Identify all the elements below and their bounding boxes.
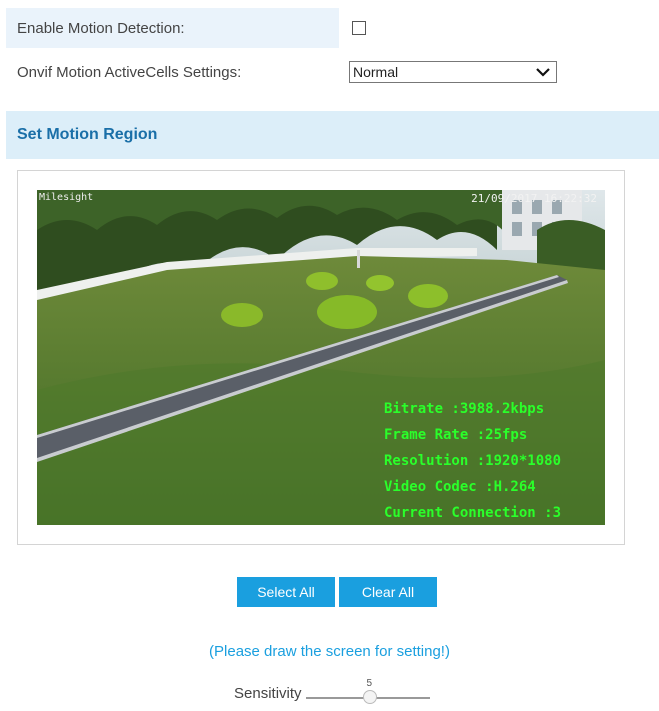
select-all-button[interactable]: Select All bbox=[237, 577, 335, 607]
active-cells-label: Onvif Motion ActiveCells Settings: bbox=[17, 63, 242, 81]
osd-codec: Video Codec :H.264 bbox=[384, 479, 536, 495]
slider-thumb[interactable] bbox=[362, 690, 377, 704]
osd-bitrate: Bitrate :3988.2kbps bbox=[384, 401, 545, 417]
active-cells-row: Onvif Motion ActiveCells Settings: Norma… bbox=[6, 52, 659, 92]
section-title: Set Motion Region bbox=[17, 126, 158, 143]
active-cells-selected-value: Normal bbox=[353, 64, 399, 80]
motion-detection-label: Enable Motion Detection: bbox=[17, 19, 185, 37]
draw-hint: (Please draw the screen for setting!) bbox=[209, 643, 450, 660]
chevron-down-icon bbox=[536, 67, 550, 77]
osd-resolution: Resolution :1920*1080 bbox=[384, 453, 562, 469]
motion-detection-checkbox[interactable] bbox=[352, 21, 366, 35]
camera-name-overlay: Milesight bbox=[39, 192, 94, 203]
osd-frame-rate: Frame Rate :25fps bbox=[384, 427, 528, 443]
active-cells-value-cell: Normal bbox=[339, 52, 659, 92]
motion-detection-value-cell bbox=[339, 8, 659, 48]
motion-detection-row: Enable Motion Detection: bbox=[6, 8, 659, 48]
clear-all-button[interactable]: Clear All bbox=[339, 577, 437, 607]
timestamp-overlay: 21/09/2017 16:22:32 bbox=[471, 192, 597, 205]
osd-connection: Current Connection :3 bbox=[384, 505, 562, 521]
stream-info-overlay: Bitrate :3988.2kbps Frame Rate :25fps Re… bbox=[384, 396, 561, 525]
section-header: Set Motion Region bbox=[6, 111, 659, 159]
sensitivity-label: Sensitivity bbox=[234, 684, 302, 702]
active-cells-select[interactable]: Normal bbox=[349, 61, 557, 83]
sensitivity-control: Sensitivity 5 bbox=[234, 678, 430, 708]
sensitivity-slider[interactable]: 5 bbox=[305, 678, 430, 705]
sensitivity-value: 5 bbox=[366, 678, 373, 689]
video-preview[interactable]: Milesight 21/09/2017 16:22:32 Bitrate :3… bbox=[37, 190, 605, 525]
